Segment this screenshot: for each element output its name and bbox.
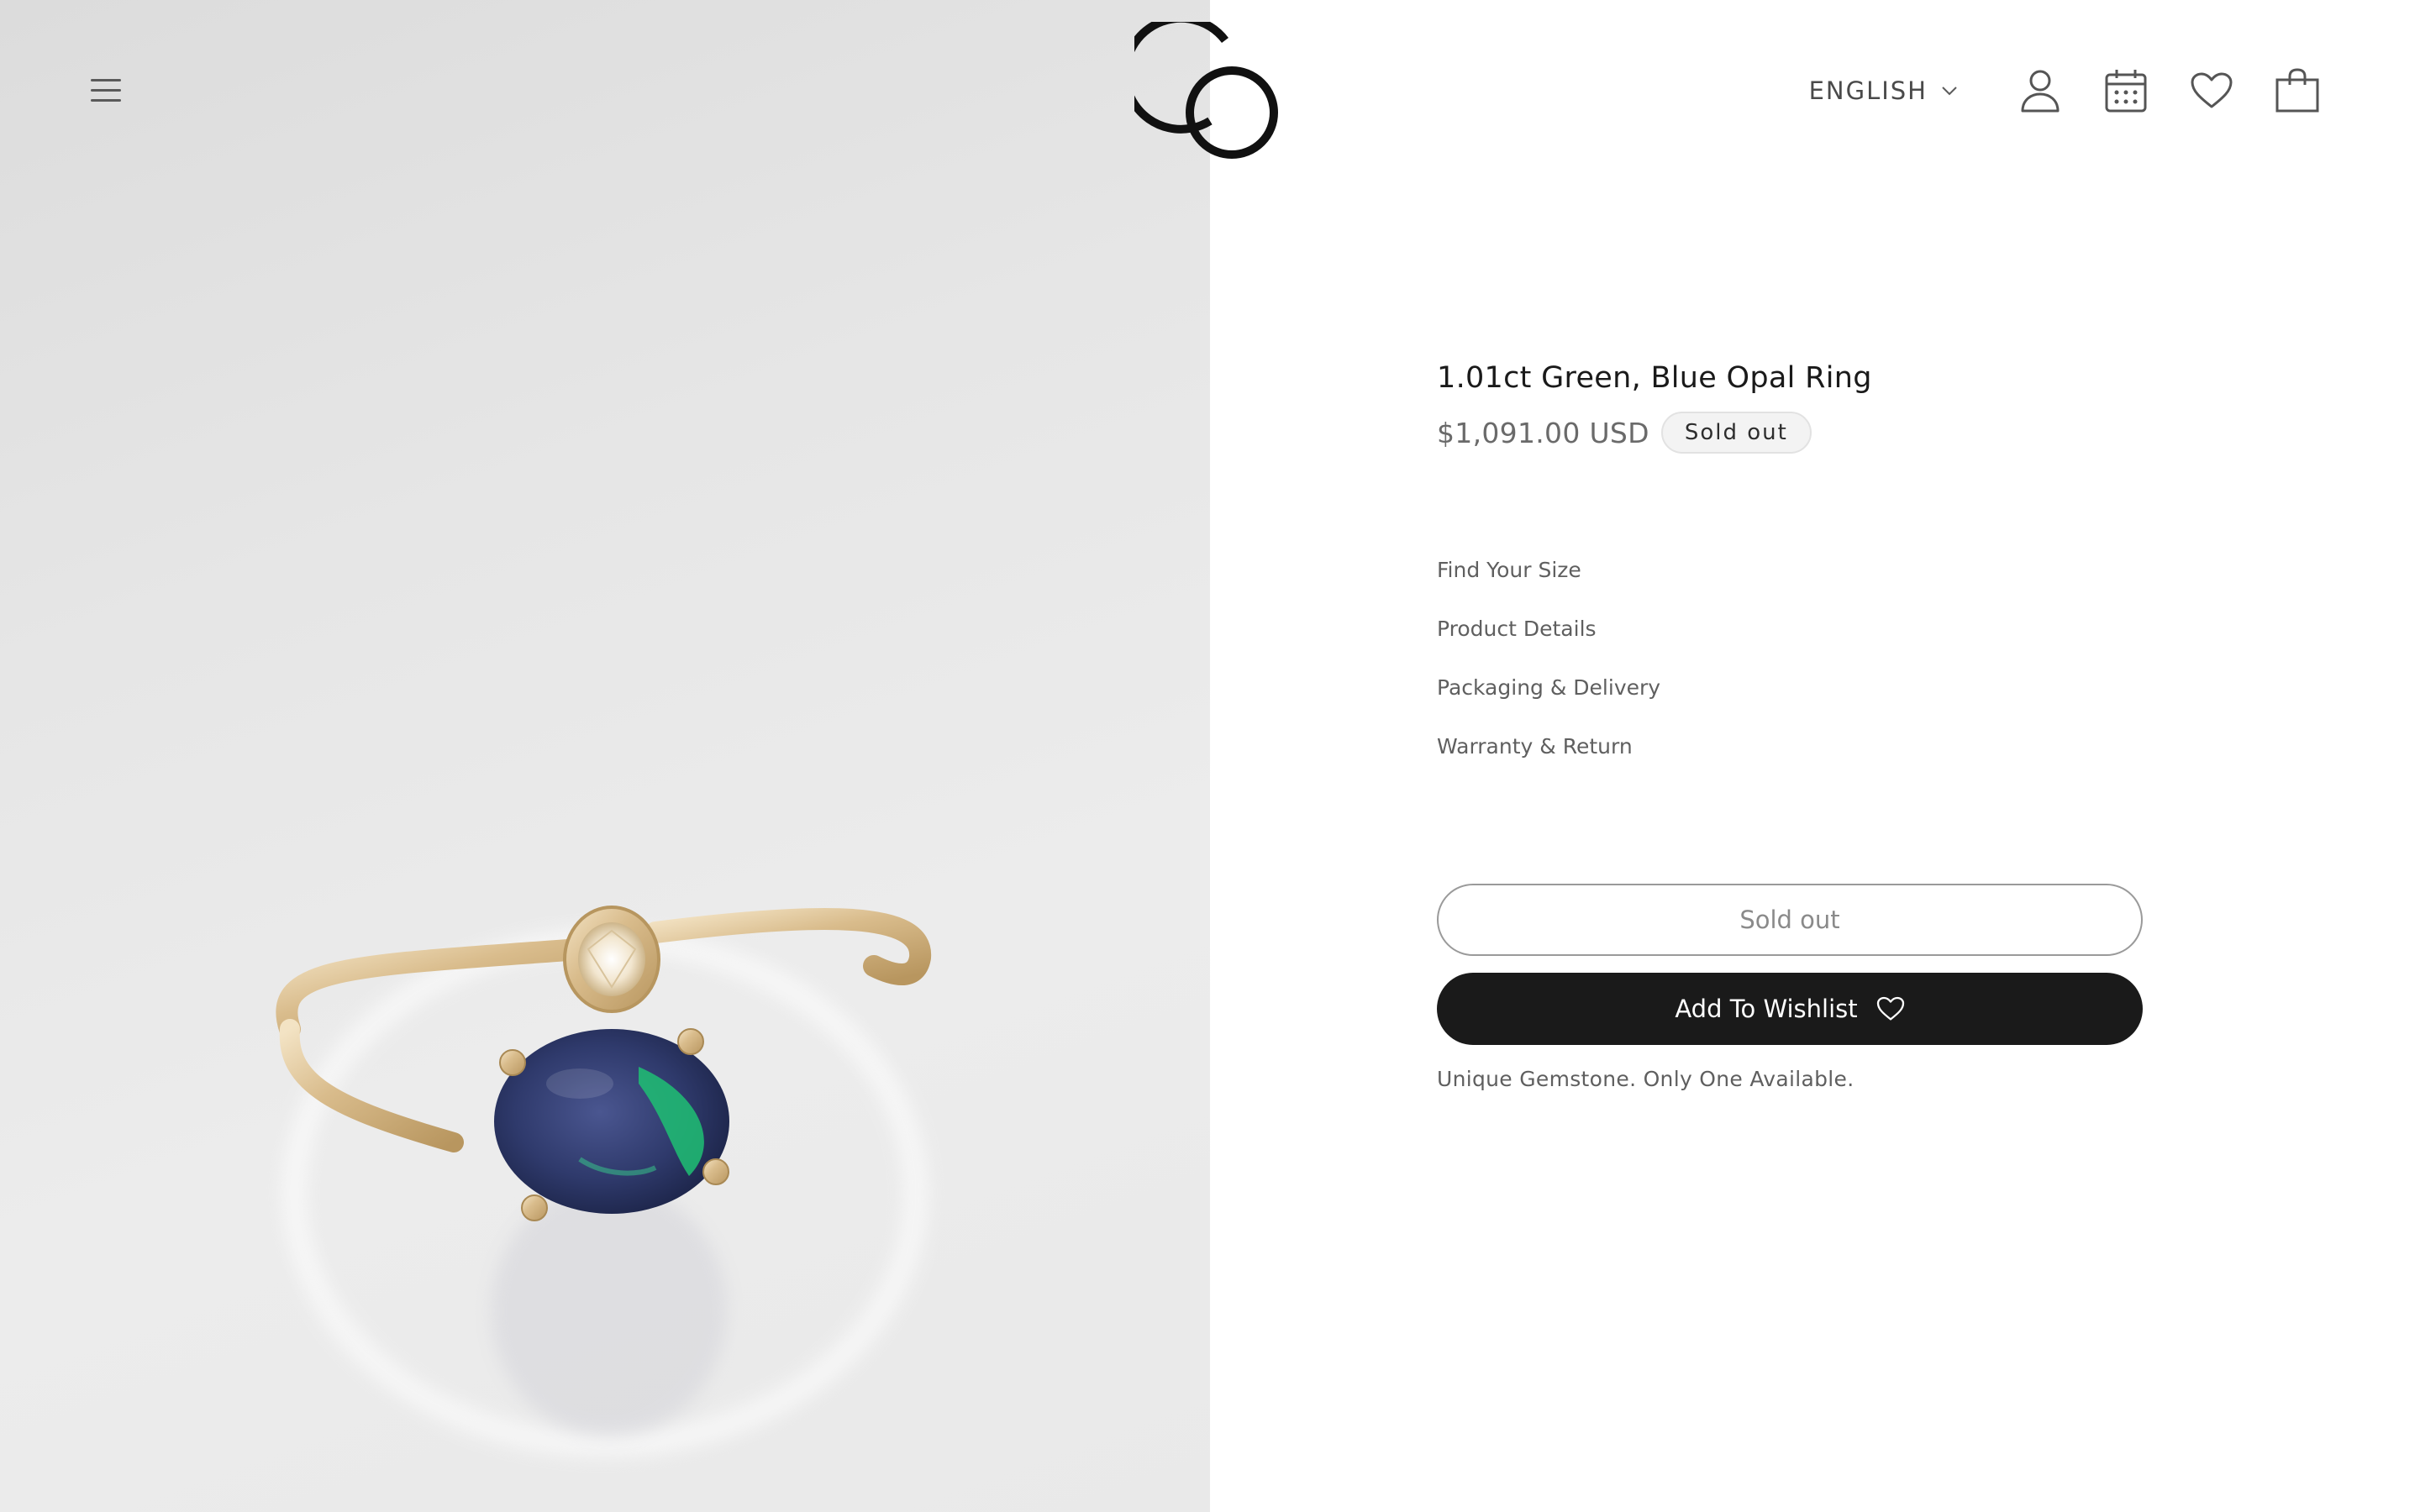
product-info-links: Find Your Size Product Details Packaging… (1437, 558, 2143, 793)
product-page: ENGLISH 1.01ct Green, Blue Opal Ring $1,… (0, 0, 2420, 1512)
product-info: 1.01ct Green, Blue Opal Ring $1,091.00 U… (1437, 361, 2143, 1091)
chevron-down-icon (1942, 87, 1957, 96)
product-price: $1,091.00 USD (1437, 416, 1649, 449)
warranty-return-link[interactable]: Warranty & Return (1437, 734, 2143, 793)
packaging-delivery-link[interactable]: Packaging & Delivery (1437, 675, 2143, 734)
product-title: 1.01ct Green, Blue Opal Ring (1437, 361, 1872, 395)
product-image-panel (0, 0, 1210, 1512)
find-your-size-link[interactable]: Find Your Size (1437, 558, 2143, 617)
account-button[interactable] (2012, 62, 2069, 119)
cart-button[interactable] (2269, 62, 2326, 119)
sold-out-badge: Sold out (1660, 412, 1812, 454)
add-to-wishlist-label: Add To Wishlist (1675, 995, 1858, 1023)
header-actions: ENGLISH (1809, 57, 2326, 124)
price-row: $1,091.00 USD Sold out (1437, 412, 2143, 454)
heart-icon (1876, 996, 1904, 1021)
site-header: ENGLISH (0, 0, 2420, 168)
hamburger-menu-icon[interactable] (87, 76, 128, 106)
shopping-bag-icon (2275, 68, 2319, 113)
product-image (276, 906, 932, 1457)
add-to-wishlist-button[interactable]: Add To Wishlist (1437, 973, 2143, 1045)
co-logo[interactable] (1134, 22, 1286, 165)
language-selector[interactable]: ENGLISH (1809, 76, 1958, 105)
calendar-icon (2105, 70, 2147, 113)
sold-out-button[interactable]: Sold out (1437, 884, 2143, 956)
appointment-button[interactable] (2097, 62, 2154, 119)
user-icon (2021, 70, 2060, 113)
language-label: ENGLISH (1808, 76, 1928, 105)
wishlist-button[interactable] (2183, 62, 2240, 119)
availability-note: Unique Gemstone. Only One Available. (1437, 1067, 1854, 1091)
product-details-link[interactable]: Product Details (1437, 617, 2143, 675)
heart-icon (2191, 72, 2233, 108)
